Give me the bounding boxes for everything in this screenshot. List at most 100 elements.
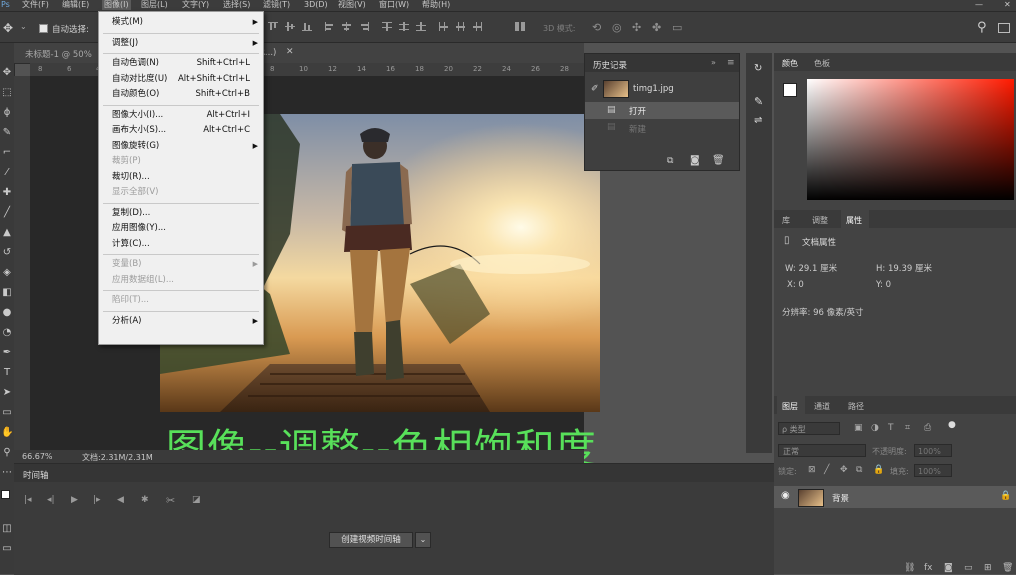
snapshot-thumbnail[interactable]	[603, 80, 629, 98]
close-tab-icon[interactable]: ✕	[286, 47, 294, 57]
chevron-down-icon[interactable]: ⌄	[415, 532, 431, 548]
menu-image[interactable]: 图像(I)	[102, 0, 131, 10]
tab-swatches[interactable]: 色板	[814, 58, 830, 69]
dodge-tool-icon[interactable]: ◔	[1, 327, 13, 339]
image-menu-item[interactable]: 自动色调(N) Shift+Ctrl+L	[99, 56, 263, 70]
history-brush-icon[interactable]: ↺	[1, 247, 13, 259]
3d-roll-icon[interactable]: ◎	[612, 21, 622, 34]
brush-panel-icon[interactable]: ✎	[754, 95, 763, 108]
add-mask-icon[interactable]: ◙	[944, 563, 953, 573]
tab-color[interactable]: 颜色	[782, 58, 798, 69]
auto-select-checkbox[interactable]	[39, 24, 48, 33]
menu-type[interactable]: 文字(Y)	[182, 0, 209, 10]
gradient-tool-icon[interactable]: ◧	[1, 287, 13, 299]
hand-tool-icon[interactable]: ✋	[1, 427, 13, 439]
stamp-tool-icon[interactable]: ▲	[1, 227, 13, 239]
lock-position-icon[interactable]: ✥	[840, 465, 848, 475]
panel-menu-icon[interactable]: ≡	[727, 58, 735, 68]
fx-icon[interactable]: fx	[924, 563, 933, 573]
history-brush-source-icon[interactable]: ✐	[591, 84, 599, 94]
image-menu-item[interactable]: 分析(A) ▶	[99, 314, 263, 328]
align-bottom-icon[interactable]	[302, 22, 312, 31]
shape-tool-icon[interactable]: ▭	[1, 407, 13, 419]
zoom-tool-icon[interactable]: ⚲	[1, 447, 13, 459]
image-menu-item[interactable]: 复制(D)...	[99, 206, 263, 220]
zoom-level[interactable]: 66.67%	[22, 452, 53, 461]
tool-presets-icon[interactable]: ⇌	[754, 115, 762, 126]
tab-adjustments[interactable]: 调整	[812, 215, 828, 226]
prev-frame-icon[interactable]: ◂|	[47, 495, 55, 505]
tab-paths[interactable]: 路径	[848, 401, 864, 412]
blend-mode-select[interactable]: 正常	[778, 444, 866, 457]
layer-thumbnail[interactable]	[798, 489, 824, 507]
more-tools-icon[interactable]: ⋯	[1, 467, 13, 479]
screen-mode-icon[interactable]: ▭	[1, 543, 13, 555]
image-menu-item[interactable]: 裁切(R)...	[99, 170, 263, 184]
align-top-icon[interactable]	[268, 22, 278, 31]
fill-input[interactable]: 100%	[914, 464, 952, 477]
color-field[interactable]	[807, 79, 1014, 200]
3d-pan-icon[interactable]: ✣	[632, 21, 641, 34]
filter-adjustment-icon[interactable]: ◑	[871, 423, 879, 433]
transition-icon[interactable]: ◪	[192, 495, 201, 505]
filter-type-icon[interactable]: T	[888, 423, 894, 433]
history-state-new[interactable]: 新建	[629, 123, 646, 135]
tab-layers[interactable]: 图层	[782, 401, 798, 412]
distribute-left-icon[interactable]	[439, 22, 449, 31]
history-panel-icon[interactable]: ↻	[754, 63, 762, 74]
image-menu-item[interactable]: 自动颜色(O) Shift+Ctrl+B	[99, 87, 263, 101]
tab-timeline[interactable]: 时间轴	[23, 469, 49, 481]
crop-tool-icon[interactable]: ⌐	[1, 147, 13, 159]
next-frame-icon[interactable]: |▸	[93, 495, 101, 505]
marquee-tool-icon[interactable]: ⬚	[1, 87, 13, 99]
lock-transparent-icon[interactable]: ⊠	[808, 465, 816, 475]
filter-toggle-icon[interactable]: ●	[948, 420, 956, 430]
distribute-vcenter-icon[interactable]	[399, 22, 409, 31]
image-menu-item[interactable]: 调整(J) ▶	[99, 36, 263, 50]
eye-icon[interactable]: ◉	[781, 490, 790, 501]
link-layers-icon[interactable]: ⛓	[904, 563, 915, 573]
tab-libraries[interactable]: 库	[782, 215, 790, 226]
distribute-hcenter-icon[interactable]	[456, 22, 466, 31]
image-menu-item[interactable]: 画布大小(S)... Alt+Ctrl+C	[99, 123, 263, 137]
align-vcenter-icon[interactable]	[285, 22, 295, 31]
close-icon[interactable]: ✕	[1004, 0, 1011, 10]
image-menu-item[interactable]: 应用图像(Y)...	[99, 221, 263, 235]
lasso-tool-icon[interactable]: ϕ	[1, 107, 13, 119]
image-menu-item[interactable]: 图像大小(I)... Alt+Ctrl+I	[99, 108, 263, 122]
filter-smart-object-icon[interactable]: ⎙	[924, 423, 931, 433]
collapse-icon[interactable]: »	[711, 58, 716, 67]
chevron-down-icon[interactable]: ⌄	[20, 22, 27, 31]
align-left-icon[interactable]	[325, 22, 335, 31]
split-scissors-icon[interactable]: ✂	[166, 494, 175, 507]
path-select-icon[interactable]: ➤	[1, 387, 13, 399]
blur-tool-icon[interactable]: ●	[1, 307, 13, 319]
menu-layer[interactable]: 图层(L)	[141, 0, 168, 10]
doc-size-info[interactable]: 文档:2.31M/2.31M	[82, 452, 153, 463]
layer-filter-select[interactable]: ρ 类型	[778, 422, 840, 435]
new-document-from-state-icon[interactable]: ⧉	[667, 156, 673, 166]
opacity-input[interactable]: 100%	[914, 444, 952, 457]
foreground-color-swatch[interactable]	[783, 83, 797, 97]
quick-select-icon[interactable]: ✎	[1, 127, 13, 139]
layer-name[interactable]: 背景	[832, 492, 849, 504]
eyedropper-icon[interactable]: ⁄	[1, 167, 13, 179]
document-tab[interactable]: 未标题-1 @ 50%	[25, 48, 92, 60]
healing-brush-icon[interactable]: ✚	[1, 187, 13, 199]
first-frame-icon[interactable]: |◂	[24, 495, 32, 505]
filter-pixel-icon[interactable]: ▣	[854, 423, 863, 433]
audio-icon[interactable]: ◀	[117, 495, 124, 505]
camera-icon[interactable]: ◙	[690, 155, 700, 166]
menu-edit[interactable]: 编辑(E)	[62, 0, 89, 10]
lock-all-icon[interactable]: 🔒	[873, 465, 884, 475]
image-menu-item[interactable]: 计算(C)...	[99, 237, 263, 251]
lock-artboard-icon[interactable]: ⧉	[856, 465, 862, 475]
align-right-icon[interactable]	[359, 22, 369, 31]
tab-channels[interactable]: 通道	[814, 401, 830, 412]
align-hcenter-icon[interactable]	[342, 22, 352, 31]
filter-shape-icon[interactable]: ⌗	[905, 423, 910, 433]
type-tool-icon[interactable]: T	[1, 367, 13, 379]
image-menu-item[interactable]: 自动对比度(U) Alt+Shift+Ctrl+L	[99, 72, 263, 86]
image-menu-item[interactable]: 模式(M) ▶	[99, 15, 263, 29]
create-video-timeline-button[interactable]: 创建视频时间轴	[329, 532, 413, 548]
